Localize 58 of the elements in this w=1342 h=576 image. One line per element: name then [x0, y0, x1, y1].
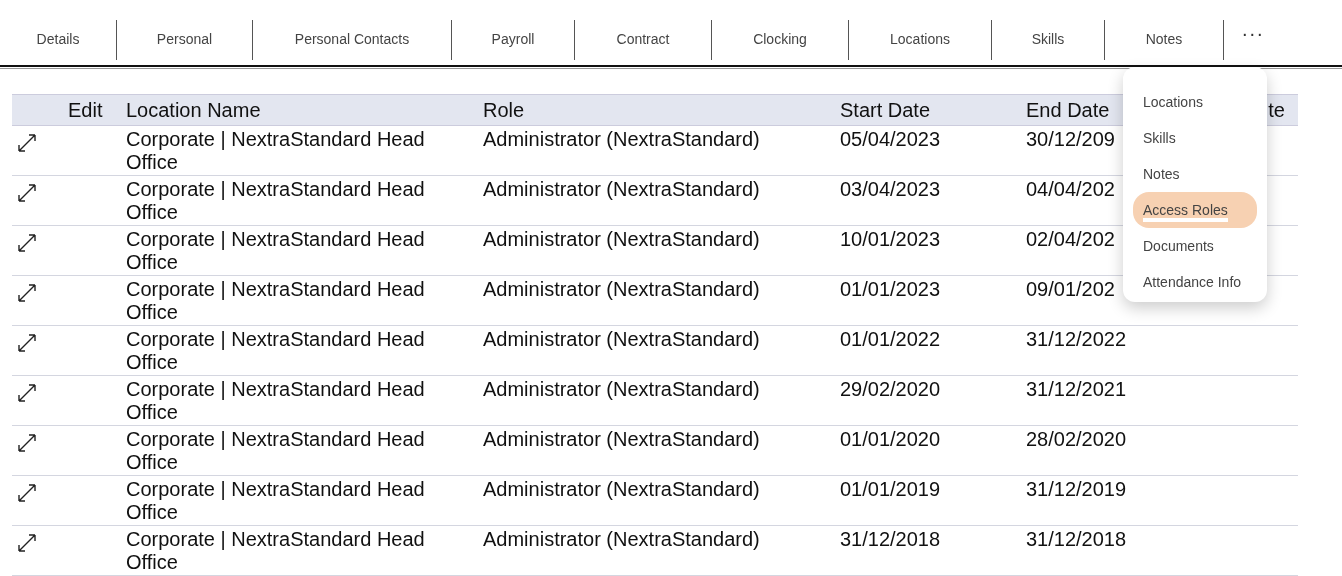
location-name: Corporate | NextraStandard Head Office	[126, 128, 426, 174]
role-cell: Administrator (NextraStandard)	[483, 328, 760, 350]
column-header: te	[1268, 97, 1285, 122]
date-cell: 31/12/2021	[1026, 378, 1127, 400]
tab[interactable]: Personal Contacts	[253, 0, 451, 60]
role-cell: Administrator (NextraStandard)	[483, 378, 760, 400]
date-cell: 31/12/2019	[1026, 478, 1127, 500]
location-name: Corporate | NextraStandard Head Office	[126, 528, 426, 574]
date-cell: 03/04/2023	[840, 178, 941, 200]
location-name: Corporate | NextraStandard Head Office	[126, 378, 426, 424]
tab[interactable]: Locations	[849, 0, 991, 60]
date-cell: 05/04/2023	[840, 128, 941, 150]
tab[interactable]: Details	[0, 0, 116, 60]
tab[interactable]: Contract	[575, 0, 711, 60]
role-cell: Administrator (NextraStandard)	[483, 228, 760, 250]
role-cell: Administrator (NextraStandard)	[483, 528, 760, 550]
date-cell: 31/12/2022	[1026, 328, 1127, 350]
location-name: Corporate | NextraStandard Head Office	[126, 228, 426, 274]
role-cell: Administrator (NextraStandard)	[483, 178, 760, 200]
date-cell: 01/01/2020	[840, 428, 941, 450]
date-cell: 28/02/2020	[1026, 428, 1127, 450]
menu-item[interactable]: Skills	[1133, 120, 1257, 156]
date-cell: 31/12/2018	[840, 528, 941, 550]
menu-item[interactable]: Documents	[1133, 228, 1257, 264]
date-cell: 10/01/2023	[840, 228, 941, 250]
role-cell: Administrator (NextraStandard)	[483, 278, 760, 300]
menu-item[interactable]: Access Roles	[1133, 192, 1257, 228]
location-name: Corporate | NextraStandard Head Office	[126, 278, 426, 324]
date-cell: 09/01/202	[1026, 278, 1115, 300]
tab[interactable]: Clocking	[712, 0, 848, 60]
date-cell: 02/04/202	[1026, 228, 1115, 250]
menu-item[interactable]: Notes	[1133, 156, 1257, 192]
column-header: Start Date	[840, 97, 931, 122]
date-cell: 29/02/2020	[840, 378, 941, 400]
location-name: Corporate | NextraStandard Head Office	[126, 178, 426, 224]
role-cell: Administrator (NextraStandard)	[483, 428, 760, 450]
location-name: Corporate | NextraStandard Head Office	[126, 328, 426, 374]
column-header: Edit	[68, 97, 103, 122]
date-cell: 04/04/202	[1026, 178, 1115, 200]
date-cell: 30/12/209	[1026, 128, 1115, 150]
location-name: Corporate | NextraStandard Head Office	[126, 478, 426, 524]
location-name: Corporate | NextraStandard Head Office	[126, 428, 426, 474]
column-header: Role	[483, 97, 525, 122]
role-cell: Administrator (NextraStandard)	[483, 478, 760, 500]
tab[interactable]: Notes	[1105, 0, 1223, 60]
date-cell: 31/12/2018	[1026, 528, 1127, 550]
date-cell: 01/01/2022	[840, 328, 941, 350]
menu-item[interactable]: Attendance Info	[1133, 264, 1257, 300]
more-button[interactable]: ...	[1224, 0, 1265, 44]
date-cell: 01/01/2019	[840, 478, 941, 500]
tab[interactable]: Skills	[992, 0, 1104, 60]
tab[interactable]: Payroll	[452, 0, 574, 60]
column-header: Location Name	[126, 97, 261, 122]
tab[interactable]: Personal	[117, 0, 252, 60]
date-cell: 01/01/2023	[840, 278, 941, 300]
column-header: End Date	[1026, 97, 1110, 122]
menu-item[interactable]: Locations	[1133, 84, 1257, 120]
role-cell: Administrator (NextraStandard)	[483, 128, 760, 150]
